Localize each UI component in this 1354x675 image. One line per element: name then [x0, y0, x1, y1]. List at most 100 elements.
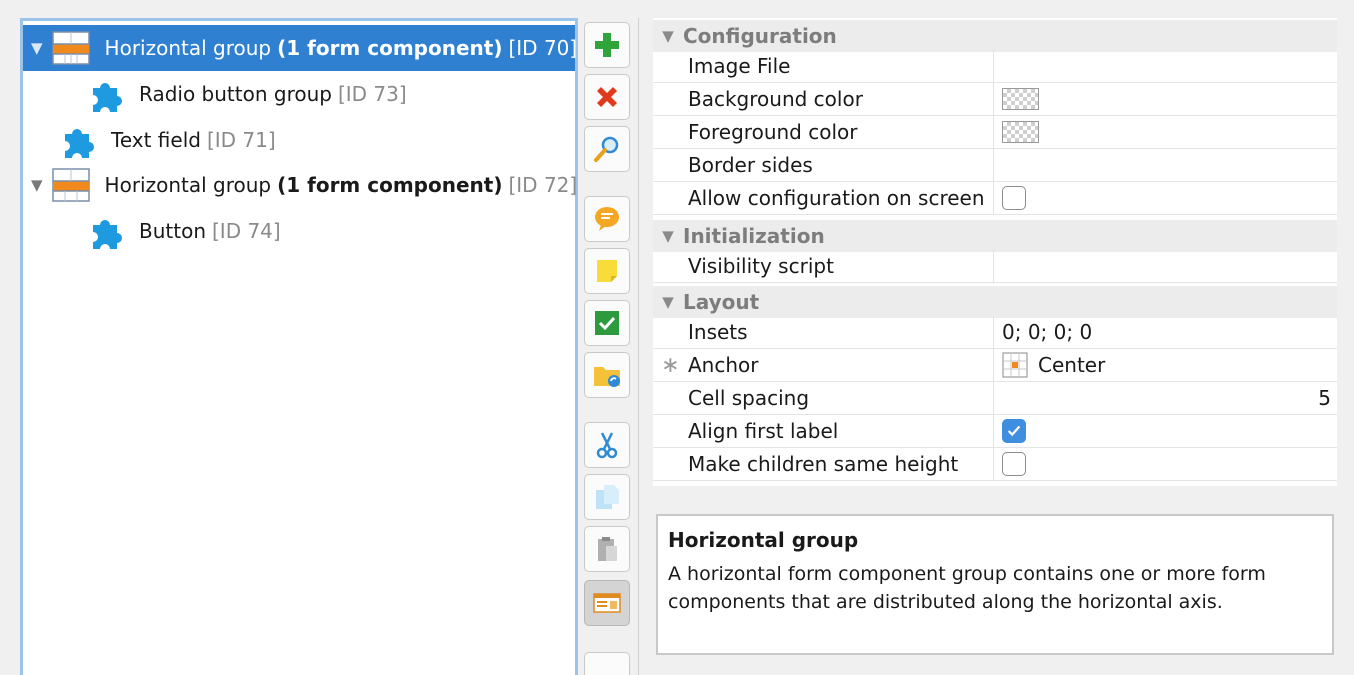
tree-item-label: Horizontal group [104, 36, 272, 60]
toolbar-divider [638, 18, 639, 675]
color-swatch[interactable] [1002, 121, 1039, 143]
prop-visibility-script[interactable]: Visibility script [653, 250, 1337, 283]
cut-button[interactable] [584, 422, 630, 468]
allow-configuration-checkbox[interactable] [1002, 186, 1026, 210]
prop-foreground-color[interactable]: Foreground color [653, 116, 1337, 149]
paste-icon [598, 537, 617, 561]
prop-value[interactable] [994, 149, 1337, 181]
prop-name: Background color [688, 83, 994, 115]
prop-value[interactable]: 0; 0; 0; 0 [994, 316, 1337, 348]
vertical-toolbar [581, 18, 637, 675]
check-icon [595, 311, 619, 335]
form-preview-icon [593, 593, 621, 613]
section-configuration[interactable]: ▼ Configuration [653, 20, 1337, 52]
prop-image-file[interactable]: Image File [653, 50, 1337, 83]
paste-button[interactable] [584, 526, 630, 572]
folder-sync-icon [594, 367, 620, 387]
cut-icon [596, 432, 618, 459]
expand-toggle-icon[interactable]: ▼ [31, 176, 43, 194]
prop-name: Visibility script [688, 250, 994, 282]
horizontal-group-icon [51, 31, 90, 65]
prop-border-sides[interactable]: Border sides [653, 149, 1337, 182]
section-title: Layout [683, 290, 760, 314]
puzzle-icon [65, 129, 94, 158]
tree-item-horizontal-group-70[interactable]: ▼ Horizontal group (1 form component) [I… [23, 25, 578, 71]
section-title: Initialization [683, 224, 825, 248]
prop-make-children-same-height[interactable]: Make children same height [653, 448, 1337, 481]
prop-name: Allow configuration on screen [688, 182, 994, 214]
comment-button[interactable] [584, 196, 630, 242]
prop-name: Foreground color [688, 116, 994, 148]
modified-marker-icon: ∗ [661, 352, 680, 378]
anchor-label: Center [1038, 353, 1106, 377]
note-icon [597, 260, 617, 282]
comment-icon [595, 207, 619, 231]
search-button[interactable] [584, 126, 630, 172]
form-preview-button[interactable] [584, 580, 630, 626]
puzzle-icon [93, 83, 122, 112]
align-first-label-checkbox[interactable] [1002, 419, 1026, 443]
section-initialization[interactable]: ▼ Initialization [653, 220, 1337, 252]
tree-item-id: [ID 73] [337, 82, 407, 106]
prop-background-color[interactable]: Background color [653, 83, 1337, 116]
horizontal-group-icon [51, 168, 90, 202]
puzzle-icon [93, 220, 122, 249]
checkmark-icon [1007, 425, 1021, 437]
component-tree[interactable]: ▼ Horizontal group (1 form component) [I… [20, 18, 578, 675]
description-panel: Horizontal group A horizontal form compo… [656, 514, 1334, 655]
tree-item-id: [ID 74] [212, 219, 281, 243]
folder-sync-button[interactable] [584, 352, 630, 398]
tree-item-radio-button-group-73[interactable]: Radio button group [ID 73] [23, 71, 575, 117]
tree-item-label: Button [139, 219, 206, 243]
tree-item-count: (1 form component) [277, 36, 503, 60]
add-icon [595, 33, 619, 57]
tree-item-label: Text field [111, 128, 201, 152]
prop-allow-configuration[interactable]: Allow configuration on screen [653, 182, 1337, 215]
tree-item-label: Horizontal group [104, 173, 272, 197]
copy-icon [596, 485, 619, 509]
prop-insets[interactable]: Insets 0; 0; 0; 0 [653, 316, 1337, 349]
expand-toggle-icon[interactable]: ▼ [31, 39, 43, 57]
description-text: A horizontal form component group contai… [668, 563, 1266, 613]
tree-item-id: [ID 70] [508, 36, 578, 60]
more-button[interactable] [584, 652, 630, 675]
anchor-grid-icon [1002, 352, 1028, 378]
tree-item-label: Radio button group [139, 82, 332, 106]
search-icon [594, 136, 619, 162]
color-swatch[interactable] [1002, 88, 1039, 110]
check-button[interactable] [584, 300, 630, 346]
prop-name: Border sides [688, 149, 994, 181]
prop-cell-spacing[interactable]: Cell spacing 5 [653, 382, 1337, 415]
description-title: Horizontal group [668, 528, 859, 552]
prop-name: Anchor [688, 349, 994, 381]
prop-anchor[interactable]: ∗ Anchor Center [653, 349, 1337, 382]
prop-name: Align first label [688, 415, 994, 447]
property-grid: ▼ Configuration Image File Background co… [653, 18, 1337, 486]
anchor-value[interactable]: Center [994, 349, 1337, 381]
same-height-checkbox[interactable] [1002, 452, 1026, 476]
tree-item-id: [ID 72] [508, 173, 578, 197]
prop-name: Make children same height [688, 448, 994, 480]
tree-item-button-74[interactable]: Button [ID 74] [23, 208, 575, 254]
prop-value[interactable] [994, 250, 1337, 282]
collapse-toggle-icon[interactable]: ▼ [653, 27, 683, 45]
tree-item-text-field-71[interactable]: Text field [ID 71] [23, 117, 575, 163]
delete-button[interactable] [584, 74, 630, 120]
section-layout[interactable]: ▼ Layout [653, 286, 1337, 318]
tree-item-horizontal-group-72[interactable]: ▼ Horizontal group (1 form component) [I… [23, 162, 578, 208]
prop-value[interactable] [994, 50, 1337, 82]
prop-name: Insets [688, 316, 994, 348]
prop-name: Image File [688, 50, 994, 82]
collapse-toggle-icon[interactable]: ▼ [653, 227, 683, 245]
section-title: Configuration [683, 24, 837, 48]
collapse-toggle-icon[interactable]: ▼ [653, 293, 683, 311]
note-button[interactable] [584, 248, 630, 294]
prop-align-first-label[interactable]: Align first label [653, 415, 1337, 448]
delete-icon [597, 87, 617, 107]
copy-button[interactable] [584, 474, 630, 520]
tree-item-id: [ID 71] [206, 128, 276, 152]
add-button[interactable] [584, 22, 630, 68]
prop-value[interactable]: 5 [994, 382, 1337, 414]
tree-item-count: (1 form component) [277, 173, 503, 197]
prop-name: Cell spacing [688, 382, 994, 414]
